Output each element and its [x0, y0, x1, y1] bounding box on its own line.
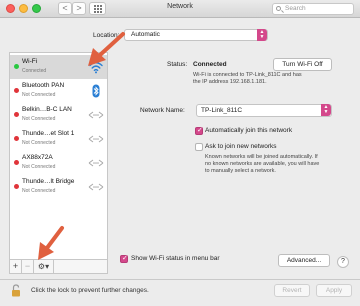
- service-status: Not Connected: [22, 140, 56, 146]
- status-value: Connected: [193, 61, 227, 68]
- network-name-stepper-icon: ▲ ▼: [321, 104, 331, 116]
- ethernet-icon: [88, 135, 104, 143]
- service-name: Belkin…B-C LAN: [22, 106, 72, 113]
- service-list-controls: + − ⚙▾: [9, 259, 108, 274]
- apply-button[interactable]: Apply: [316, 284, 352, 297]
- bluetooth-icon: [92, 84, 100, 98]
- service-status: Connected: [22, 68, 47, 74]
- auto-join-checkbox[interactable]: [195, 126, 203, 135]
- network-name-select[interactable]: TP-Link_811C ▲ ▼: [196, 104, 332, 117]
- ask-to-join-description-line-3: to manually select a network.: [205, 168, 276, 174]
- location-value: Automatic: [131, 31, 160, 38]
- ask-to-join-checkbox[interactable]: [195, 143, 203, 151]
- ask-to-join-description-line-1: Known networks will be joined automatica…: [205, 154, 318, 160]
- auto-join-label: Automatically join this network: [205, 127, 293, 134]
- ethernet-icon: [88, 183, 104, 191]
- service-name: Bluetooth PAN: [22, 82, 65, 89]
- ask-to-join-label: Ask to join new networks: [205, 143, 277, 150]
- service-item-thunderbolt-bridge[interactable]: Thunde…lt Bridge Not Connected: [10, 175, 107, 199]
- service-name: Thunde…lt Bridge: [22, 178, 75, 185]
- status-description-line-1: Wi-Fi is connected to TP-Link_811C and h…: [193, 72, 302, 78]
- ethernet-icon: [88, 111, 104, 119]
- show-wifi-status-label: Show Wi-Fi status in menu bar: [131, 255, 220, 262]
- lock-message: Click the lock to prevent further change…: [31, 287, 149, 294]
- show-wifi-status-checkbox[interactable]: [120, 254, 128, 263]
- advanced-button[interactable]: Advanced...: [278, 254, 330, 267]
- status-dot: [14, 184, 19, 189]
- service-status: Not Connected: [22, 164, 56, 170]
- service-item-ax88x72a[interactable]: AX88x72A Not Connected: [10, 151, 107, 175]
- ethernet-icon: [88, 159, 104, 167]
- lock-icon[interactable]: [11, 284, 21, 297]
- revert-button[interactable]: Revert: [274, 284, 310, 297]
- turn-wifi-off-button[interactable]: Turn Wi-Fi Off: [273, 58, 332, 71]
- network-preferences-window: < > Network Search Location: Automatic ▲…: [0, 0, 360, 306]
- status-dot: [14, 88, 19, 93]
- wifi-icon: [89, 62, 103, 74]
- status-dot: [14, 112, 19, 117]
- service-item-thunderbolt-ethernet[interactable]: Thunde…et Slot 1 Not Connected: [10, 127, 107, 151]
- service-item-wifi[interactable]: Wi-Fi Connected: [10, 55, 107, 79]
- remove-service-button[interactable]: −: [22, 260, 34, 273]
- network-name-label: Network Name:: [140, 107, 185, 114]
- status-label: Status:: [167, 61, 188, 68]
- status-description-line-2: the IP address 192.168.1.181.: [193, 79, 267, 85]
- service-name: AX88x72A: [22, 154, 53, 161]
- footer-divider: [0, 279, 360, 280]
- location-label: Location:: [93, 32, 120, 39]
- service-status: Not Connected: [22, 92, 56, 98]
- network-name-value: TP-Link_811C: [201, 107, 243, 114]
- ask-to-join-description-line-2: no known networks are available, you wil…: [205, 161, 320, 167]
- service-name: Thunde…et Slot 1: [22, 130, 75, 137]
- status-dot: [14, 136, 19, 141]
- search-icon: [276, 6, 281, 11]
- status-dot: [14, 64, 19, 69]
- service-item-bluetooth-pan[interactable]: Bluetooth PAN Not Connected: [10, 79, 107, 103]
- gear-menu-button[interactable]: ⚙▾: [34, 260, 54, 273]
- title-bar: < > Network Search: [0, 0, 360, 18]
- service-item-belkin-lan[interactable]: Belkin…B-C LAN Not Connected: [10, 103, 107, 127]
- search-placeholder: Search: [285, 5, 306, 12]
- service-status: Not Connected: [22, 116, 56, 122]
- location-select[interactable]: Automatic ▲ ▼: [124, 29, 268, 41]
- service-list: Wi-Fi Connected Bluetooth PAN Not Connec…: [9, 52, 108, 274]
- status-dot: [14, 160, 19, 165]
- help-button[interactable]: ?: [337, 256, 349, 268]
- service-status: Not Connected: [22, 188, 56, 194]
- search-input[interactable]: Search: [272, 3, 354, 15]
- service-name: Wi-Fi: [22, 58, 38, 65]
- add-service-button[interactable]: +: [10, 260, 22, 273]
- location-stepper-icon: ▲ ▼: [257, 29, 267, 41]
